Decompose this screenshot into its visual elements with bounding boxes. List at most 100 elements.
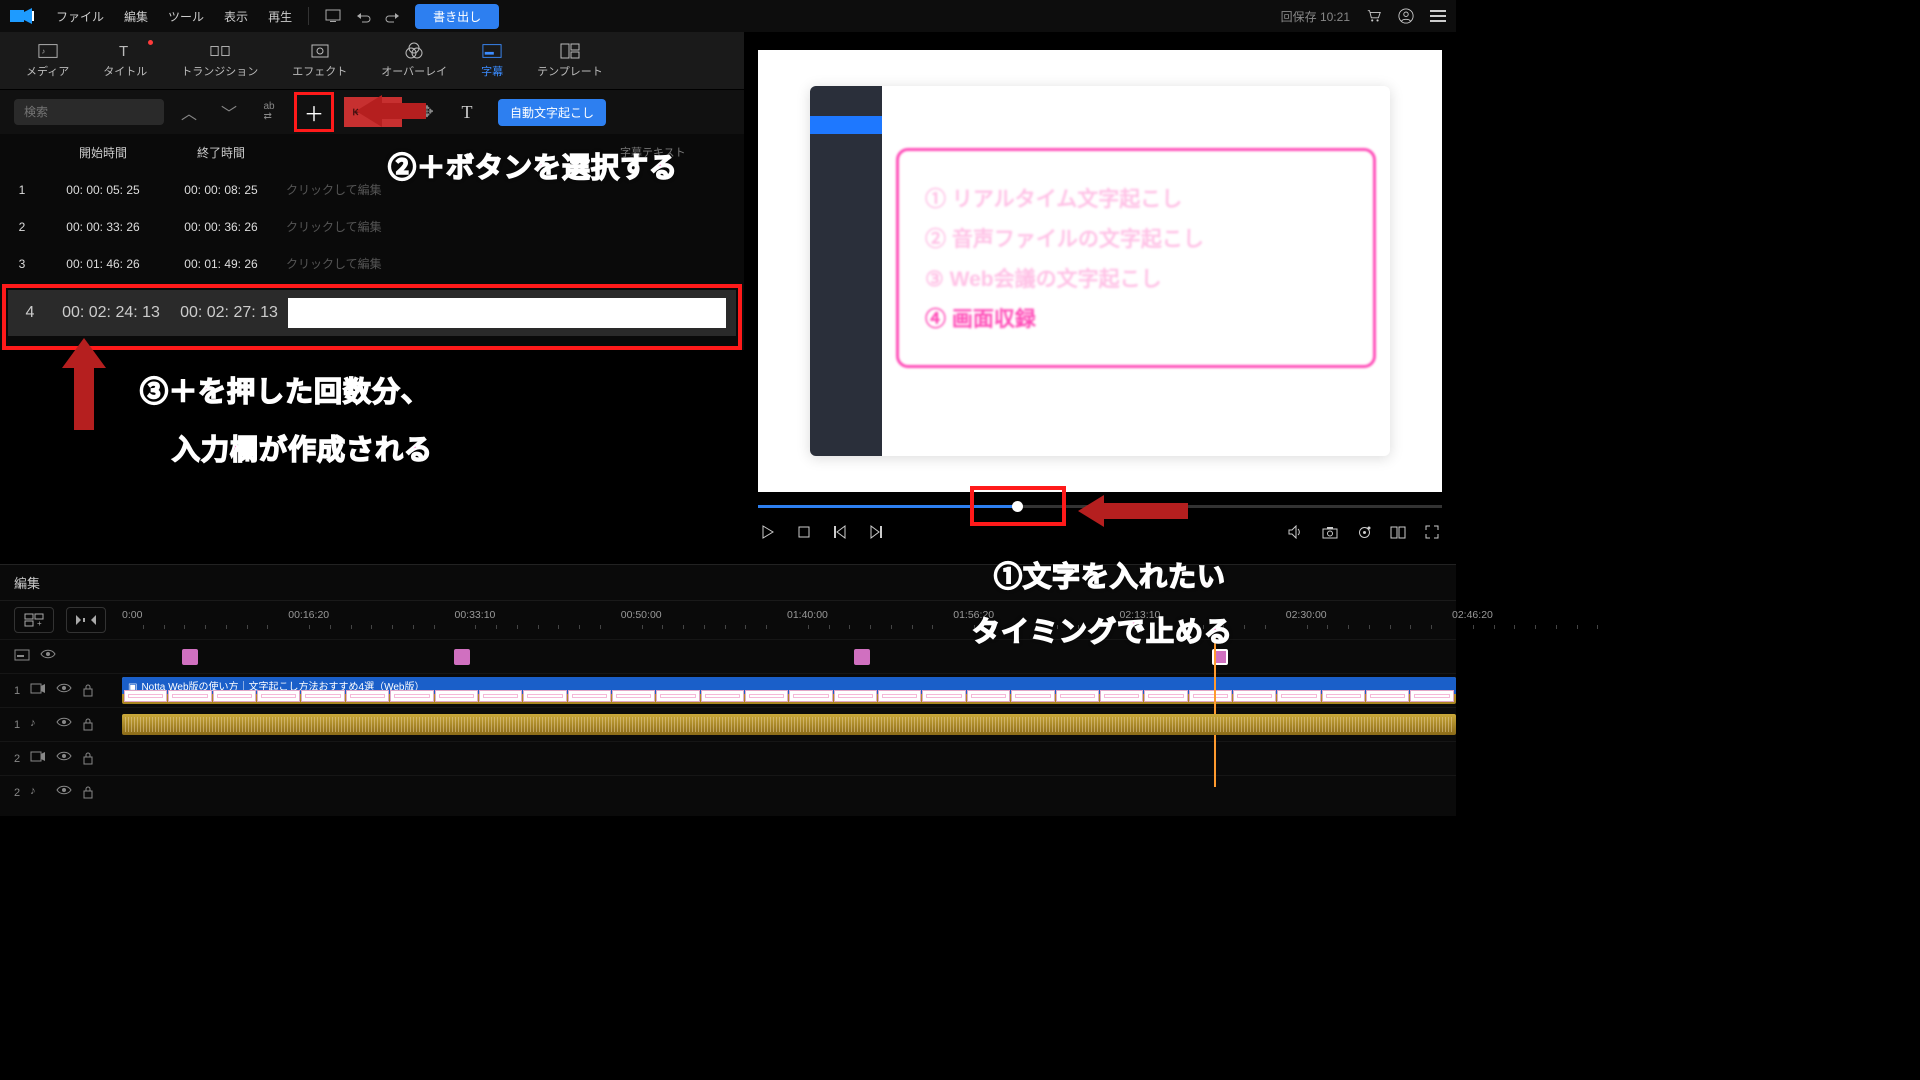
visibility-icon[interactable] (56, 785, 72, 801)
timeline-snap-icon[interactable] (66, 607, 106, 633)
tab-template-label: テンプレート (537, 63, 603, 79)
video-icon (30, 751, 46, 767)
volume-icon[interactable] (1286, 522, 1306, 542)
seek-bar[interactable] (758, 496, 1442, 516)
visibility-icon[interactable] (56, 717, 72, 733)
subtitle-row[interactable]: 2 00: 00: 33: 26 00: 00: 36: 26 クリックして編集 (0, 208, 744, 245)
audio-clip[interactable] (122, 714, 1456, 735)
svg-text:♪: ♪ (41, 47, 45, 56)
lock-icon[interactable] (82, 683, 98, 699)
undo-icon[interactable] (355, 8, 371, 24)
subtitle-row[interactable]: 1 00: 00: 05: 25 00: 00: 08: 25 クリックして編集 (0, 171, 744, 208)
row-end[interactable]: 00: 00: 08: 25 (162, 183, 280, 197)
svg-text:T: T (119, 43, 128, 59)
play-icon[interactable] (758, 522, 778, 542)
menu-view[interactable]: 表示 (214, 8, 258, 25)
timeline-panel: 編集 + 0:0000:16:2000:33:1000:50:0001:40:0… (0, 564, 1456, 816)
row-index: 1 (0, 183, 44, 197)
autosave-time: 回保存 10:21 (1281, 8, 1350, 25)
next-frame-icon[interactable] (866, 522, 886, 542)
compare-icon[interactable] (1388, 522, 1408, 542)
bracket-in-icon[interactable]: ⇤ (346, 99, 372, 125)
markers-track (0, 639, 1456, 673)
tab-media[interactable]: ♪ メディア (12, 38, 83, 83)
bracket-group: ⇤ ⇥ (344, 97, 402, 127)
visibility-icon[interactable] (56, 751, 72, 767)
cart-icon[interactable] (1366, 8, 1382, 24)
row-start[interactable]: 00: 00: 33: 26 (44, 220, 162, 234)
add-subtitle-button[interactable]: ＋ (294, 92, 334, 132)
subtitle-row-active[interactable]: 4 00: 02: 24: 13 00: 02: 27: 13 (8, 290, 736, 336)
row-text[interactable]: クリックして編集 (280, 255, 744, 272)
subtitle-text-input[interactable] (288, 298, 726, 328)
snapshot-icon[interactable] (1320, 522, 1340, 542)
row-start[interactable]: 00: 01: 46: 26 (44, 257, 162, 271)
export-button[interactable]: 書き出し (415, 4, 499, 29)
tab-effect[interactable]: エフェクト (278, 38, 361, 83)
lock-icon[interactable] (82, 785, 98, 801)
tab-transition[interactable]: トランジション (167, 38, 272, 83)
settings-icon[interactable] (1354, 522, 1374, 542)
row-text[interactable]: クリックして編集 (280, 218, 744, 235)
annotation-3b: 入力欄が作成される (172, 428, 433, 468)
row-text[interactable]: クリックして編集 (280, 181, 744, 198)
fullscreen-icon[interactable] (1422, 522, 1442, 542)
search-input[interactable] (14, 99, 164, 125)
app-logo (10, 7, 36, 25)
lock-icon[interactable] (82, 717, 98, 733)
text-style-icon[interactable]: T (452, 97, 482, 127)
redo-icon[interactable] (385, 8, 401, 24)
visibility-icon[interactable] (56, 683, 72, 699)
tab-template[interactable]: テンプレート (523, 38, 617, 83)
menu-play[interactable]: 再生 (258, 8, 302, 25)
menu-file[interactable]: ファイル (46, 8, 114, 25)
stop-icon[interactable] (794, 522, 814, 542)
row-index: 3 (0, 257, 44, 271)
tab-title[interactable]: T タイトル (89, 38, 161, 83)
tab-subtitle-label: 字幕 (481, 63, 503, 79)
bracket-out-icon[interactable]: ⇥ (374, 99, 400, 125)
row-start[interactable]: 00: 00: 05: 25 (44, 183, 162, 197)
subtitle-marker[interactable] (454, 649, 470, 665)
menu-icon[interactable] (1430, 8, 1446, 24)
menu-tool[interactable]: ツール (158, 8, 214, 25)
lock-icon[interactable] (82, 751, 98, 767)
prev-frame-icon[interactable] (830, 522, 850, 542)
menu-edit[interactable]: 編集 (114, 8, 158, 25)
feature-line: ④ 画面収録 (925, 303, 1347, 333)
tab-title-label: タイトル (103, 63, 147, 79)
expand-down-icon[interactable]: ﹀ (214, 97, 244, 127)
subtitle-marker[interactable] (854, 649, 870, 665)
subtitle-marker[interactable] (182, 649, 198, 665)
track-number: 1 (14, 685, 20, 697)
seek-handle[interactable] (1012, 501, 1023, 512)
row-end[interactable]: 00: 00: 36: 26 (162, 220, 280, 234)
auto-transcribe-button[interactable]: 自動文字起こし (498, 99, 606, 126)
move-icon[interactable]: ✥ (412, 97, 442, 127)
feature-line: ① リアルタイム文字起こし (925, 183, 1347, 213)
video-clip[interactable]: ▣Notta Web版の使い方｜文字起こし方法おすすめ4選（Web版） (122, 677, 1456, 704)
timeline-ruler[interactable]: 0:0000:16:2000:33:1000:50:0001:40:0001:5… (122, 609, 1456, 631)
collapse-up-icon[interactable]: ︿ (174, 97, 204, 127)
replace-icon[interactable]: ab⇄ (254, 97, 284, 127)
row-end[interactable]: 00: 02: 27: 13 (170, 304, 288, 322)
track-number: 1 (14, 719, 20, 731)
user-icon[interactable] (1398, 8, 1414, 24)
svg-text:+: + (37, 619, 42, 627)
active-row-highlight: 4 00: 02: 24: 13 00: 02: 27: 13 (2, 284, 742, 350)
subtitle-row[interactable]: 3 00: 01: 46: 26 00: 01: 49: 26 クリックして編集 (0, 245, 744, 282)
row-end[interactable]: 00: 01: 49: 26 (162, 257, 280, 271)
row-start[interactable]: 00: 02: 24: 13 (52, 304, 170, 322)
visibility-icon[interactable] (40, 649, 56, 665)
col-start-time: 開始時間 (44, 144, 162, 161)
annotation-3a: ③＋を押した回数分、 (140, 370, 430, 410)
track-number: 2 (14, 753, 20, 765)
tab-media-label: メディア (26, 63, 69, 79)
tab-overlay[interactable]: オーバーレイ (367, 38, 461, 83)
tab-subtitle[interactable]: 字幕 (467, 38, 517, 83)
timeline-tab-edit[interactable]: 編集 (14, 573, 140, 592)
seek-handle-highlight (970, 486, 1066, 526)
timeline-templates-icon[interactable]: + (14, 607, 54, 633)
screen-icon[interactable] (325, 8, 341, 24)
audio-track-2: 2 ♪ (0, 775, 1456, 809)
